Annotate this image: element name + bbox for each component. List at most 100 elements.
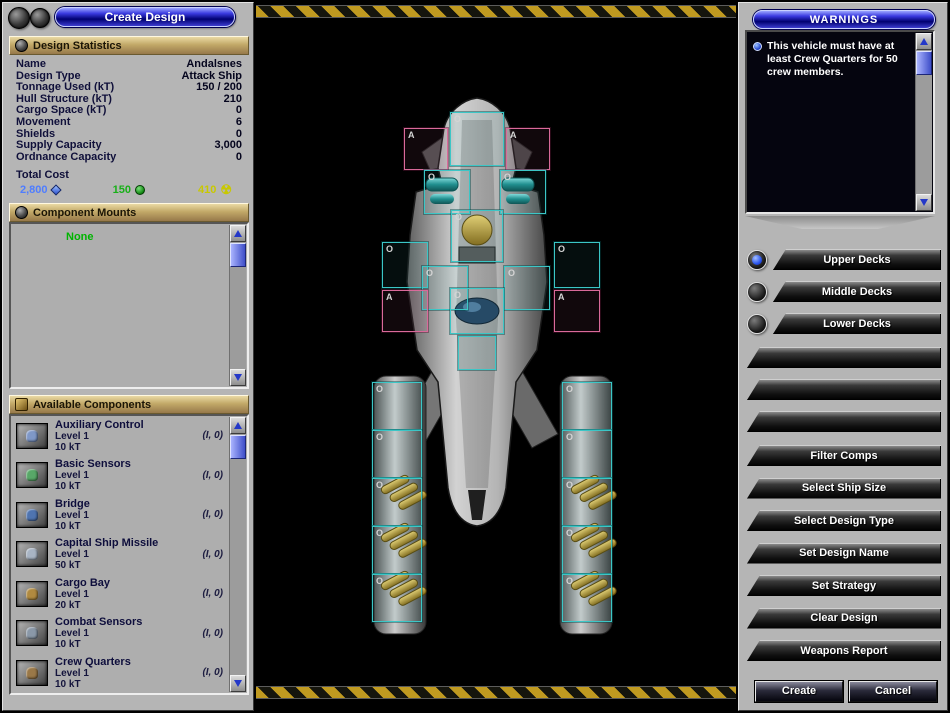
- design-slot[interactable]: O: [562, 478, 612, 526]
- component-item-bridge[interactable]: BridgeLevel 110 kT(I, 0): [11, 495, 247, 535]
- minerals-icon: [50, 185, 61, 196]
- available-components-list: Auxiliary ControlLevel 110 kT(I, 0)Basic…: [11, 416, 247, 693]
- scroll-thumb[interactable]: [230, 243, 246, 267]
- button-select-ship-size[interactable]: Select Ship Size: [747, 478, 941, 499]
- scroll-down-icon: [920, 199, 928, 206]
- component-item-crew-quarters[interactable]: Crew QuartersLevel 110 kT(I, 0): [11, 653, 247, 693]
- button-select-design-type[interactable]: Select Design Type: [747, 510, 941, 531]
- component-mounts-header: Component Mounts: [9, 203, 249, 222]
- round-knob-icon-2: [30, 8, 50, 28]
- scroll-up-icon: [234, 230, 242, 237]
- design-slot[interactable]: [458, 336, 496, 370]
- components-scrollbar[interactable]: [229, 417, 246, 692]
- design-slot[interactable]: O: [450, 112, 504, 166]
- scroll-down-button[interactable]: [230, 369, 246, 386]
- total-cost-label: Total Cost: [16, 169, 242, 181]
- design-slot[interactable]: O: [504, 266, 550, 310]
- total-cost: Total Cost 2,800 150 410 ☢: [9, 169, 249, 196]
- component-item-basic-sensors[interactable]: Basic SensorsLevel 110 kT(I, 0): [11, 456, 247, 496]
- scroll-down-button[interactable]: [230, 675, 246, 692]
- radio-lower-decks[interactable]: [747, 314, 767, 334]
- design-slot[interactable]: O: [562, 430, 612, 478]
- warning-bullet-icon: [753, 42, 762, 51]
- scroll-thumb[interactable]: [916, 51, 932, 75]
- component-item-combat-sensors[interactable]: Combat SensorsLevel 110 kT(I, 0): [11, 614, 247, 654]
- available-components-list-box: Auxiliary ControlLevel 110 kT(I, 0)Basic…: [9, 414, 249, 695]
- scroll-down-icon: [234, 374, 242, 381]
- design-slot[interactable]: O: [554, 242, 600, 288]
- slot-layer: OAAOOOOOOOAAOOOOOOOOOOO: [254, 20, 738, 684]
- component-mounts-title: Component Mounts: [33, 207, 136, 219]
- design-slot[interactable]: O: [424, 170, 470, 214]
- blank-bar: [747, 347, 941, 368]
- scroll-down-icon: [234, 680, 242, 687]
- components-box-icon: [15, 398, 28, 411]
- design-slot[interactable]: O: [372, 526, 422, 574]
- design-slot[interactable]: O: [562, 382, 612, 430]
- organics-cost-item: 150: [113, 184, 145, 196]
- component-mounts-list[interactable]: None: [9, 222, 249, 389]
- stat-row: Supply Capacity3,000: [16, 140, 242, 152]
- component-item-cargo-bay[interactable]: Cargo BayLevel 120 kT(I, 0): [11, 574, 247, 614]
- deck-button-middle-decks[interactable]: Middle Decks: [773, 281, 941, 302]
- create-button[interactable]: Create: [755, 681, 843, 702]
- minerals-cost: 2,800: [20, 184, 48, 196]
- design-slot[interactable]: O: [562, 526, 612, 574]
- button-set-strategy[interactable]: Set Strategy: [747, 575, 941, 596]
- design-slot[interactable]: A: [404, 128, 448, 170]
- design-slot[interactable]: A: [554, 290, 600, 332]
- auxiliary-control-icon: [16, 423, 48, 449]
- design-slot[interactable]: A: [382, 290, 428, 332]
- available-components-header: Available Components: [9, 395, 249, 414]
- design-slot[interactable]: O: [372, 478, 422, 526]
- warnings-scrollbar[interactable]: [915, 33, 932, 211]
- scroll-track[interactable]: [230, 268, 246, 369]
- scroll-track[interactable]: [916, 76, 932, 194]
- design-slot[interactable]: O: [372, 574, 422, 622]
- radioactives-cost: 410: [198, 184, 216, 196]
- button-filter-comps[interactable]: Filter Comps: [747, 445, 941, 466]
- bridge-icon: [16, 502, 48, 528]
- design-slot[interactable]: O: [562, 574, 612, 622]
- blank-bars: [747, 347, 941, 432]
- button-clear-design[interactable]: Clear Design: [747, 608, 941, 629]
- warning-message: This vehicle must have at least Crew Qua…: [753, 40, 911, 79]
- stat-row: Movement6: [16, 117, 242, 129]
- create-design-window: Create Design Design Statistics NameAnda…: [0, 0, 950, 713]
- radioactives-icon: ☢: [220, 185, 232, 195]
- design-slot[interactable]: O: [372, 382, 422, 430]
- radio-middle-decks[interactable]: [747, 282, 767, 302]
- component-item-auxiliary-control[interactable]: Auxiliary ControlLevel 110 kT(I, 0): [11, 416, 247, 456]
- mounts-scrollbar[interactable]: [229, 225, 246, 386]
- scroll-up-button[interactable]: [230, 225, 246, 242]
- design-canvas: OAAOOOOOOOAAOOOOOOOOOOO: [254, 2, 738, 711]
- scroll-thumb[interactable]: [230, 435, 246, 459]
- component-mounts-selection[interactable]: None: [66, 231, 94, 243]
- design-slot[interactable]: O: [372, 430, 422, 478]
- crew-quarters-icon: [16, 660, 48, 686]
- scroll-up-icon: [920, 38, 928, 45]
- available-components-panel: Available Components Auxiliary ControlLe…: [9, 395, 249, 695]
- combat-sensors-icon: [16, 620, 48, 646]
- button-set-design-name[interactable]: Set Design Name: [747, 543, 941, 564]
- button-weapons-report[interactable]: Weapons Report: [747, 640, 941, 661]
- scroll-up-button[interactable]: [916, 33, 932, 50]
- scroll-track[interactable]: [230, 460, 246, 675]
- radio-upper-decks[interactable]: [747, 250, 767, 270]
- design-slot[interactable]: O: [451, 210, 503, 262]
- component-item-capital-ship-missile[interactable]: Capital Ship MissileLevel 150 kT(I, 0): [11, 535, 247, 575]
- deck-button-upper-decks[interactable]: Upper Decks: [773, 249, 941, 270]
- warnings-title: WARNINGS: [753, 10, 935, 29]
- scroll-up-button[interactable]: [230, 417, 246, 434]
- available-components-title: Available Components: [33, 399, 151, 411]
- scroll-down-button[interactable]: [916, 194, 932, 211]
- hazard-stripe-bottom: [256, 686, 736, 699]
- blank-bar: [747, 411, 941, 432]
- statistics-gauge-icon: [15, 39, 28, 52]
- design-slot[interactable]: O: [500, 170, 546, 214]
- design-slot[interactable]: A: [506, 128, 550, 170]
- deck-button-lower-decks[interactable]: Lower Decks: [773, 313, 941, 334]
- design-slot[interactable]: O: [450, 288, 504, 334]
- stat-row: Ordnance Capacity0: [16, 152, 242, 164]
- cancel-button[interactable]: Cancel: [849, 681, 937, 702]
